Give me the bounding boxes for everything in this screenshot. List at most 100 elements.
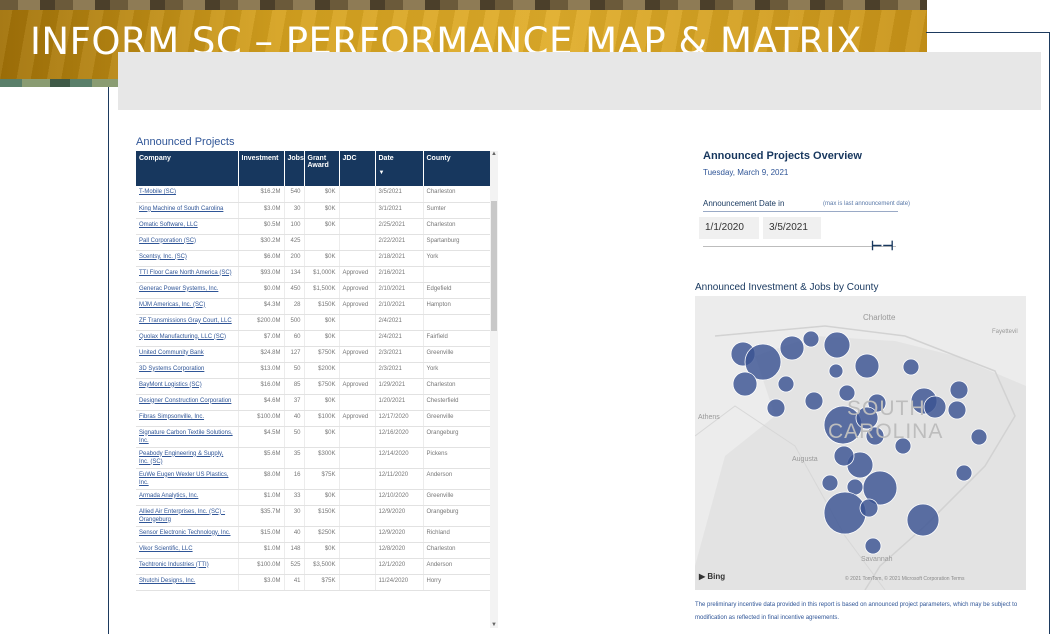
scroll-down-arrow-icon[interactable]: ▼ [490,622,498,628]
county-bubble[interactable] [823,331,851,359]
scroll-thumb[interactable] [491,201,497,331]
column-header-company[interactable]: Company [136,151,239,186]
county-bubble[interactable] [859,498,879,518]
cell-grant-award: $0K [304,218,340,235]
cell-investment: $0.5M [238,218,285,235]
company-link[interactable]: Techtronic Industries (TTI) [136,558,239,575]
table-row[interactable]: BayMont Logistics (SC) $16.0M 85 $750K Appro… [136,378,491,395]
county-bubble[interactable] [902,358,920,376]
county-bubble-map[interactable]: Charlotte Fayettevil Athens Augusta Sava… [695,296,1026,590]
company-link[interactable]: EuWe Eugen Wexler US Plastics, Inc. [136,468,239,490]
county-bubble[interactable] [947,400,967,420]
company-link[interactable]: T-Mobile (SC) [136,186,239,203]
table-row[interactable]: Generac Power Systems, Inc. $0.0M 450 $1,50… [136,282,491,299]
company-link[interactable]: United Community Bank [136,346,239,363]
company-link[interactable]: Shutchi Designs, Inc. [136,574,239,591]
county-bubble[interactable] [779,335,805,361]
table-row[interactable]: Peabody Engineering & Supply, Inc. (SC) $… [136,447,491,469]
cell-investment: $0.0M [238,282,285,299]
table-row[interactable]: Quolax Manufacturing, LLC (SC) $7.0M 60 $0K… [136,330,491,347]
company-link[interactable]: Designer Construction Corporation [136,394,239,411]
company-link[interactable]: TTI Floor Care North America (SC) [136,266,239,283]
cell-date: 11/24/2020 [375,574,424,591]
company-link[interactable]: BayMont Logistics (SC) [136,378,239,395]
county-bubble[interactable] [804,391,824,411]
county-bubble[interactable] [970,428,988,446]
table-row[interactable]: Sensor Electronic Technology, Inc. $15.0M… [136,526,491,543]
map-copyright[interactable]: © 2021 TomTom, © 2021 Microsoft Corporat… [845,576,964,582]
company-link[interactable]: Signature Carbon Textile Solutions, Inc. [136,426,239,448]
column-header-investment[interactable]: Investment [238,151,285,186]
column-header-jdc[interactable]: JDC [339,151,376,186]
table-row[interactable]: Scentsy, Inc. (SC) $6.0M 200 $0K 2/18/2021 Yo… [136,250,491,267]
county-bubble[interactable] [955,464,973,482]
company-link[interactable]: ZF Transmissions Gray Court, LLC [136,314,239,331]
company-link[interactable]: 3D Systems Corporation [136,362,239,379]
company-link[interactable]: Armada Analytics, Inc. [136,489,239,506]
cell-date: 2/25/2021 [375,218,424,235]
table-scrollbar[interactable]: ▲ ▼ [490,151,498,628]
table-row[interactable]: Pall Corporation (SC) $30.2M 425 2/22/2021 S… [136,234,491,251]
date-slider-handle[interactable]: ⊢⊣ [871,238,894,254]
cell-jobs: 30 [284,505,305,527]
column-header-date[interactable]: Date ▼ [375,151,424,186]
county-bubble[interactable] [864,537,882,555]
cell-jobs: 50 [284,362,305,379]
company-link[interactable]: Generac Power Systems, Inc. [136,282,239,299]
county-bubble[interactable] [802,330,820,348]
county-bubble[interactable] [949,380,969,400]
table-row[interactable]: Techtronic Industries (TTI) $100.0M 525 $3,… [136,558,491,575]
company-link[interactable]: Peabody Engineering & Supply, Inc. (SC) [136,447,239,469]
company-link[interactable]: MJM Americas, Inc. (SC) [136,298,239,315]
company-link[interactable]: Scentsy, Inc. (SC) [136,250,239,267]
scroll-up-arrow-icon[interactable]: ▲ [490,151,498,157]
company-link[interactable]: Pall Corporation (SC) [136,234,239,251]
projects-table-container: Company Investment Jobs Grant Award JDC Date ▼… [136,151,498,628]
table-row[interactable]: Vikor Scientific, LLC $1.0M 148 $0K 12/8/202… [136,542,491,559]
table-row[interactable]: Fibras Simpsonville, Inc. $100.0M 40 $100K A… [136,410,491,427]
county-bubble[interactable] [923,395,947,419]
county-bubble[interactable] [906,503,940,537]
company-link[interactable]: Vikor Scientific, LLC [136,542,239,559]
table-row[interactable]: Signature Carbon Textile Solutions, Inc.… [136,426,491,448]
table-row[interactable]: MJM Americas, Inc. (SC) $4.3M 28 $150K Appro… [136,298,491,315]
county-bubble[interactable] [828,363,844,379]
cell-jdc [339,186,376,203]
county-bubble[interactable] [766,398,786,418]
company-link[interactable]: Sensor Electronic Technology, Inc. [136,526,239,543]
cell-jobs: 100 [284,218,305,235]
column-header-grant-award[interactable]: Grant Award [304,151,340,186]
cell-jdc [339,447,376,469]
table-row[interactable]: King Machine of South Carolina $3.0M 30 $0K… [136,202,491,219]
sort-descending-icon[interactable]: ▼ [379,170,420,176]
table-row[interactable]: Allied Air Enterprises, Inc. (SC) - Oran… [136,505,491,527]
company-link[interactable]: Allied Air Enterprises, Inc. (SC) - Oran… [136,505,239,527]
table-row[interactable]: ZF Transmissions Gray Court, LLC $200.0M 5… [136,314,491,331]
date-slider-track[interactable] [703,246,896,247]
table-row[interactable]: EuWe Eugen Wexler US Plastics, Inc. $8.0M… [136,468,491,490]
column-header-county[interactable]: County [423,151,491,186]
cell-date: 2/10/2021 [375,298,424,315]
company-link[interactable]: King Machine of South Carolina [136,202,239,219]
county-bubble[interactable] [823,491,867,535]
projects-title: Announced Projects [136,136,235,148]
county-bubble[interactable] [821,474,839,492]
table-row[interactable]: Armada Analytics, Inc. $1.0M 33 $0K 12/10/20… [136,489,491,506]
column-header-jobs[interactable]: Jobs [284,151,305,186]
table-row[interactable]: Designer Construction Corporation $4.6M 37… [136,394,491,411]
table-row[interactable]: Shutchi Designs, Inc. $3.0M 41 $75K 11/24/20… [136,574,491,591]
end-date-input[interactable]: 3/5/2021 [763,217,821,239]
company-link[interactable]: Omatic Software, LLC [136,218,239,235]
county-bubble[interactable] [777,375,795,393]
county-bubble[interactable] [854,353,880,379]
county-bubble[interactable] [833,445,855,467]
table-row[interactable]: T-Mobile (SC) $16.2M 540 $0K 3/5/2021 Charles… [136,186,491,203]
start-date-input[interactable]: 1/1/2020 [699,217,759,239]
table-row[interactable]: United Community Bank $24.8M 127 $750K Appro… [136,346,491,363]
table-row[interactable]: 3D Systems Corporation $13.0M 50 $200K 2/3/2… [136,362,491,379]
table-row[interactable]: TTI Floor Care North America (SC) $93.0M 1… [136,266,491,283]
table-row[interactable]: Omatic Software, LLC $0.5M 100 $0K 2/25/2021… [136,218,491,235]
company-link[interactable]: Fibras Simpsonville, Inc. [136,410,239,427]
county-bubble[interactable] [732,371,758,397]
company-link[interactable]: Quolax Manufacturing, LLC (SC) [136,330,239,347]
